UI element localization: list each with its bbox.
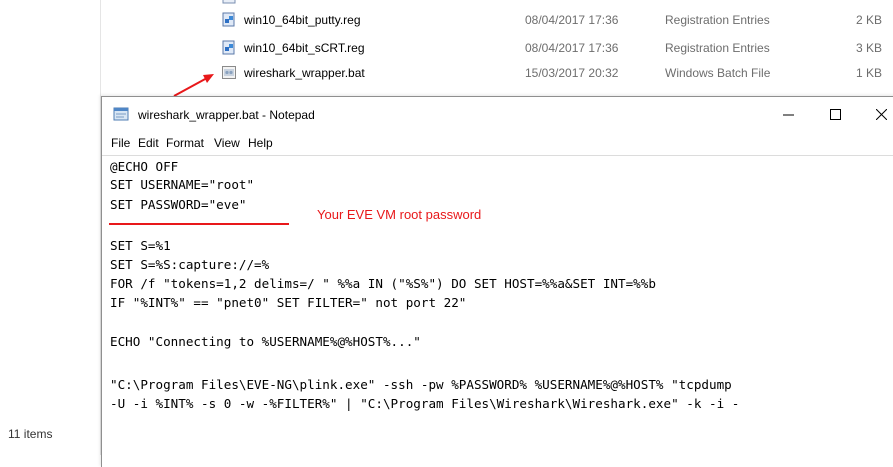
- file-name: win10_64bit_putty.reg: [244, 13, 361, 27]
- batch-file-icon: [222, 66, 236, 79]
- file-row[interactable]: win10_64bit_sCRT.reg 08/04/2017 17:36 Re…: [200, 37, 893, 59]
- close-button[interactable]: [858, 97, 893, 131]
- code-line: "C:\Program Files\EVE-NG\plink.exe" -ssh…: [110, 377, 732, 392]
- menu-format[interactable]: Format: [166, 136, 204, 150]
- code-line: -U -i %INT% -s 0 -w -%FILTER%" | "C:\Pro…: [110, 396, 740, 411]
- maximize-icon: [829, 108, 841, 120]
- file-date: 08/04/2017 17:36: [525, 13, 619, 27]
- file-size: 1 KB: [855, 66, 882, 80]
- code-line: ECHO "Connecting to %USERNAME%@%HOST%...…: [110, 334, 421, 349]
- menu-bar: File Edit Format View Help: [102, 133, 893, 155]
- file-row[interactable]: win10_64bit_putty.reg 08/04/2017 17:36 R…: [200, 9, 893, 31]
- code-line: SET USERNAME="root": [110, 177, 255, 192]
- code-line: IF "%INT%" == "pnet0" SET FILTER=" not p…: [110, 295, 467, 310]
- registry-file-icon: [222, 12, 235, 27]
- file-name: wireshark_wrapper.bat: [244, 66, 365, 80]
- notepad-icon: [113, 107, 129, 121]
- code-line: SET S=%S:capture://=%: [110, 257, 270, 272]
- file-date: 15/03/2017 20:32: [525, 66, 619, 80]
- notepad-window: wireshark_wrapper.bat - Notepad File Edi…: [101, 96, 893, 467]
- minimize-button[interactable]: [765, 97, 811, 131]
- file-type: Registration Entries: [665, 13, 770, 27]
- text-editor-area[interactable]: @ECHO OFF SET USERNAME="root" SET PASSWO…: [102, 155, 893, 467]
- code-line: FOR /f "tokens=1,2 delims=/ " %%a IN ("%…: [110, 276, 656, 291]
- password-annotation: Your EVE VM root password: [317, 207, 482, 222]
- menu-view[interactable]: View: [214, 136, 240, 150]
- file-icon: [222, 0, 236, 4]
- code-line: SET S=%1: [110, 238, 171, 253]
- code-line: @ECHO OFF: [110, 159, 179, 174]
- file-row-partial[interactable]: [200, 0, 893, 8]
- minimize-icon: [782, 114, 794, 115]
- menu-file[interactable]: File: [111, 136, 130, 150]
- file-type: Windows Batch File: [665, 66, 771, 80]
- notepad-titlebar[interactable]: wireshark_wrapper.bat - Notepad: [102, 97, 893, 131]
- menu-help[interactable]: Help: [248, 136, 273, 150]
- file-size: 2 KB: [855, 13, 882, 27]
- status-item-count: 11 items: [8, 427, 53, 441]
- file-type: Registration Entries: [665, 41, 770, 55]
- close-icon: [875, 108, 887, 120]
- password-underline-annotation: [109, 223, 289, 225]
- registry-file-icon: [222, 40, 235, 55]
- menu-edit[interactable]: Edit: [138, 136, 159, 150]
- file-row[interactable]: wireshark_wrapper.bat 15/03/2017 20:32 W…: [200, 62, 893, 84]
- file-date: 08/04/2017 17:36: [525, 41, 619, 55]
- file-size: 3 KB: [855, 41, 882, 55]
- file-name: win10_64bit_sCRT.reg: [244, 41, 365, 55]
- window-title: wireshark_wrapper.bat - Notepad: [138, 108, 315, 122]
- code-line: SET PASSWORD="eve": [110, 197, 247, 212]
- maximize-button[interactable]: [812, 97, 858, 131]
